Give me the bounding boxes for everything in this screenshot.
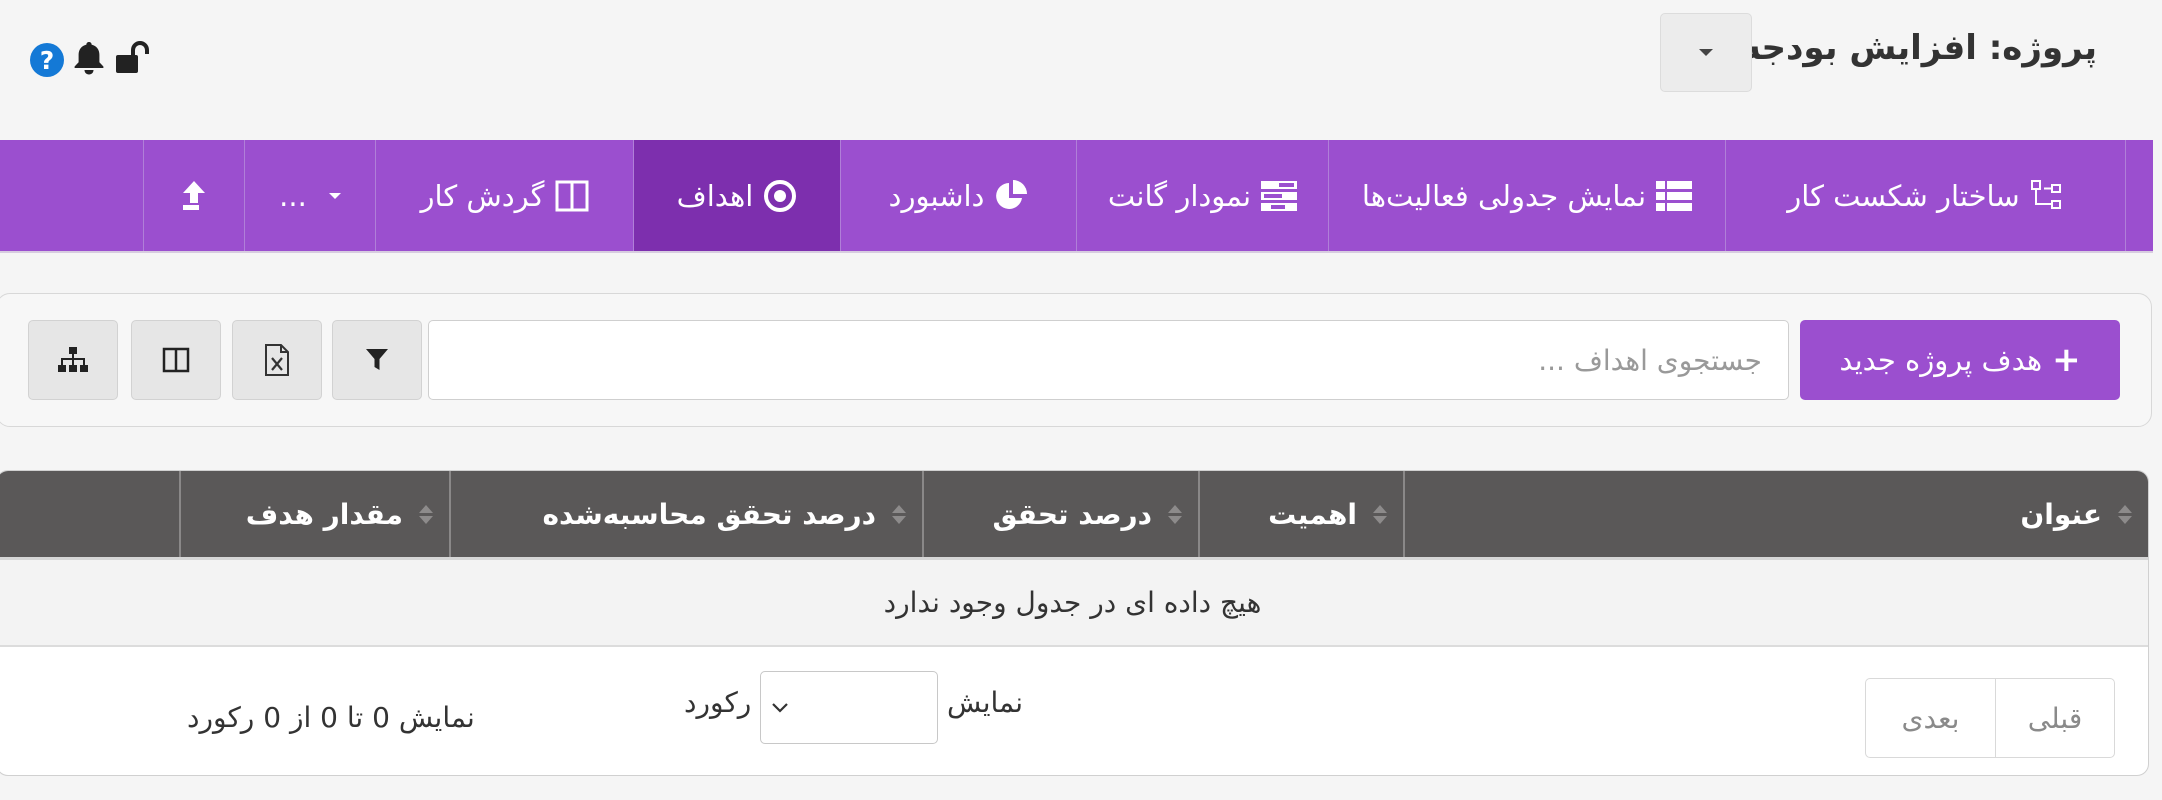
tab-workflow[interactable]: گردش کار (375, 140, 633, 251)
page-length-select[interactable] (760, 671, 938, 744)
filter-icon (366, 349, 388, 370)
sort-icon (892, 504, 906, 524)
sort-icon (419, 504, 433, 524)
tab-label: ... (279, 178, 307, 213)
plus-icon: + (2052, 340, 2081, 380)
page-length-label: نمایش (947, 686, 1024, 719)
pie-chart-icon (996, 179, 1028, 209)
tab-upload[interactable] (143, 140, 244, 251)
tab-more-menu[interactable]: ... (244, 140, 375, 251)
next-page-button[interactable]: بعدی (1865, 678, 1995, 758)
tab-label: ساختار شکست کار (1787, 178, 2020, 213)
column-header-achievement[interactable]: درصد تحقق (922, 471, 1198, 557)
column-header-title[interactable]: عنوان (1403, 471, 2148, 557)
columns-icon (555, 180, 588, 211)
chevron-down-icon (772, 702, 788, 713)
tab-wbs[interactable]: ساختار شکست کار (1725, 140, 2125, 251)
columns-toggle-button[interactable] (131, 320, 221, 400)
excel-file-icon (265, 344, 289, 376)
pagination: قبلی بعدی (1865, 678, 2115, 758)
tab-label: نمودار گانت (1107, 178, 1252, 213)
columns-icon (162, 347, 190, 373)
column-header-calculated-achievement[interactable]: درصد تحقق محاسبه‌شده (449, 471, 922, 557)
project-title: پروژه: افزایش بودجه (1740, 28, 2097, 68)
search-goals-input[interactable] (428, 320, 1789, 400)
tab-label: داشبورد (888, 178, 985, 213)
sort-icon (1168, 504, 1182, 524)
tree-view-button[interactable] (28, 320, 118, 400)
sitemap-icon (2030, 179, 2061, 209)
empty-table-message: هیچ داده ای در جدول وجود ندارد (0, 557, 2148, 647)
column-header-importance[interactable]: اهمیت (1198, 471, 1403, 557)
previous-page-button[interactable]: قبلی (1995, 678, 2115, 758)
list-icon (1656, 180, 1693, 211)
target-icon (764, 179, 797, 212)
nav-edge (2125, 140, 2153, 251)
tab-dashboard[interactable]: داشبورد (840, 140, 1076, 251)
gantt-icon (1261, 180, 1298, 211)
sort-icon (2118, 504, 2132, 524)
tab-label: نمایش جدولی فعالیت‌ها (1361, 178, 1647, 213)
tab-goals[interactable]: اهداف (633, 140, 840, 251)
table-header-row: عنوان اهمیت درصد تحقق درصد تحقق محاسبه‌ش… (0, 471, 2148, 557)
sort-icon (1373, 504, 1387, 524)
new-goal-button[interactable]: + هدف پروژه جدید (1800, 320, 2120, 400)
bell-icon[interactable] (72, 40, 106, 80)
tab-activity-table[interactable]: نمایش جدولی فعالیت‌ها (1328, 140, 1725, 251)
tab-label: اهداف (676, 178, 754, 213)
header-icons: ? (30, 40, 154, 80)
project-select-dropdown[interactable] (1660, 13, 1752, 92)
table-info-text: نمایش 0 تا 0 از 0 رکورد (187, 701, 475, 734)
help-icon[interactable]: ? (30, 43, 64, 77)
column-header-target-value[interactable]: مقدار هدف (179, 471, 449, 557)
chevron-down-icon (328, 192, 341, 199)
upload-icon (183, 180, 205, 210)
tab-gantt[interactable]: نمودار گانت (1076, 140, 1328, 251)
tab-label: گردش کار (420, 178, 545, 213)
nav-tab-bar: ساختار شکست کار نمایش جدولی فعالیت‌ها نم… (0, 140, 2153, 253)
new-goal-label: هدف پروژه جدید (1839, 343, 2043, 377)
export-excel-button[interactable] (232, 320, 322, 400)
unlock-icon[interactable] (114, 41, 154, 79)
goals-table: عنوان اهمیت درصد تحقق درصد تحقق محاسبه‌ش… (0, 470, 2149, 776)
filter-button[interactable] (332, 320, 422, 400)
page-length-unit-label: رکورد (684, 686, 752, 719)
sitemap-icon (58, 347, 88, 372)
chevron-down-icon (1699, 49, 1713, 56)
top-header: پروژه: افزایش بودجه ? (0, 0, 2162, 120)
